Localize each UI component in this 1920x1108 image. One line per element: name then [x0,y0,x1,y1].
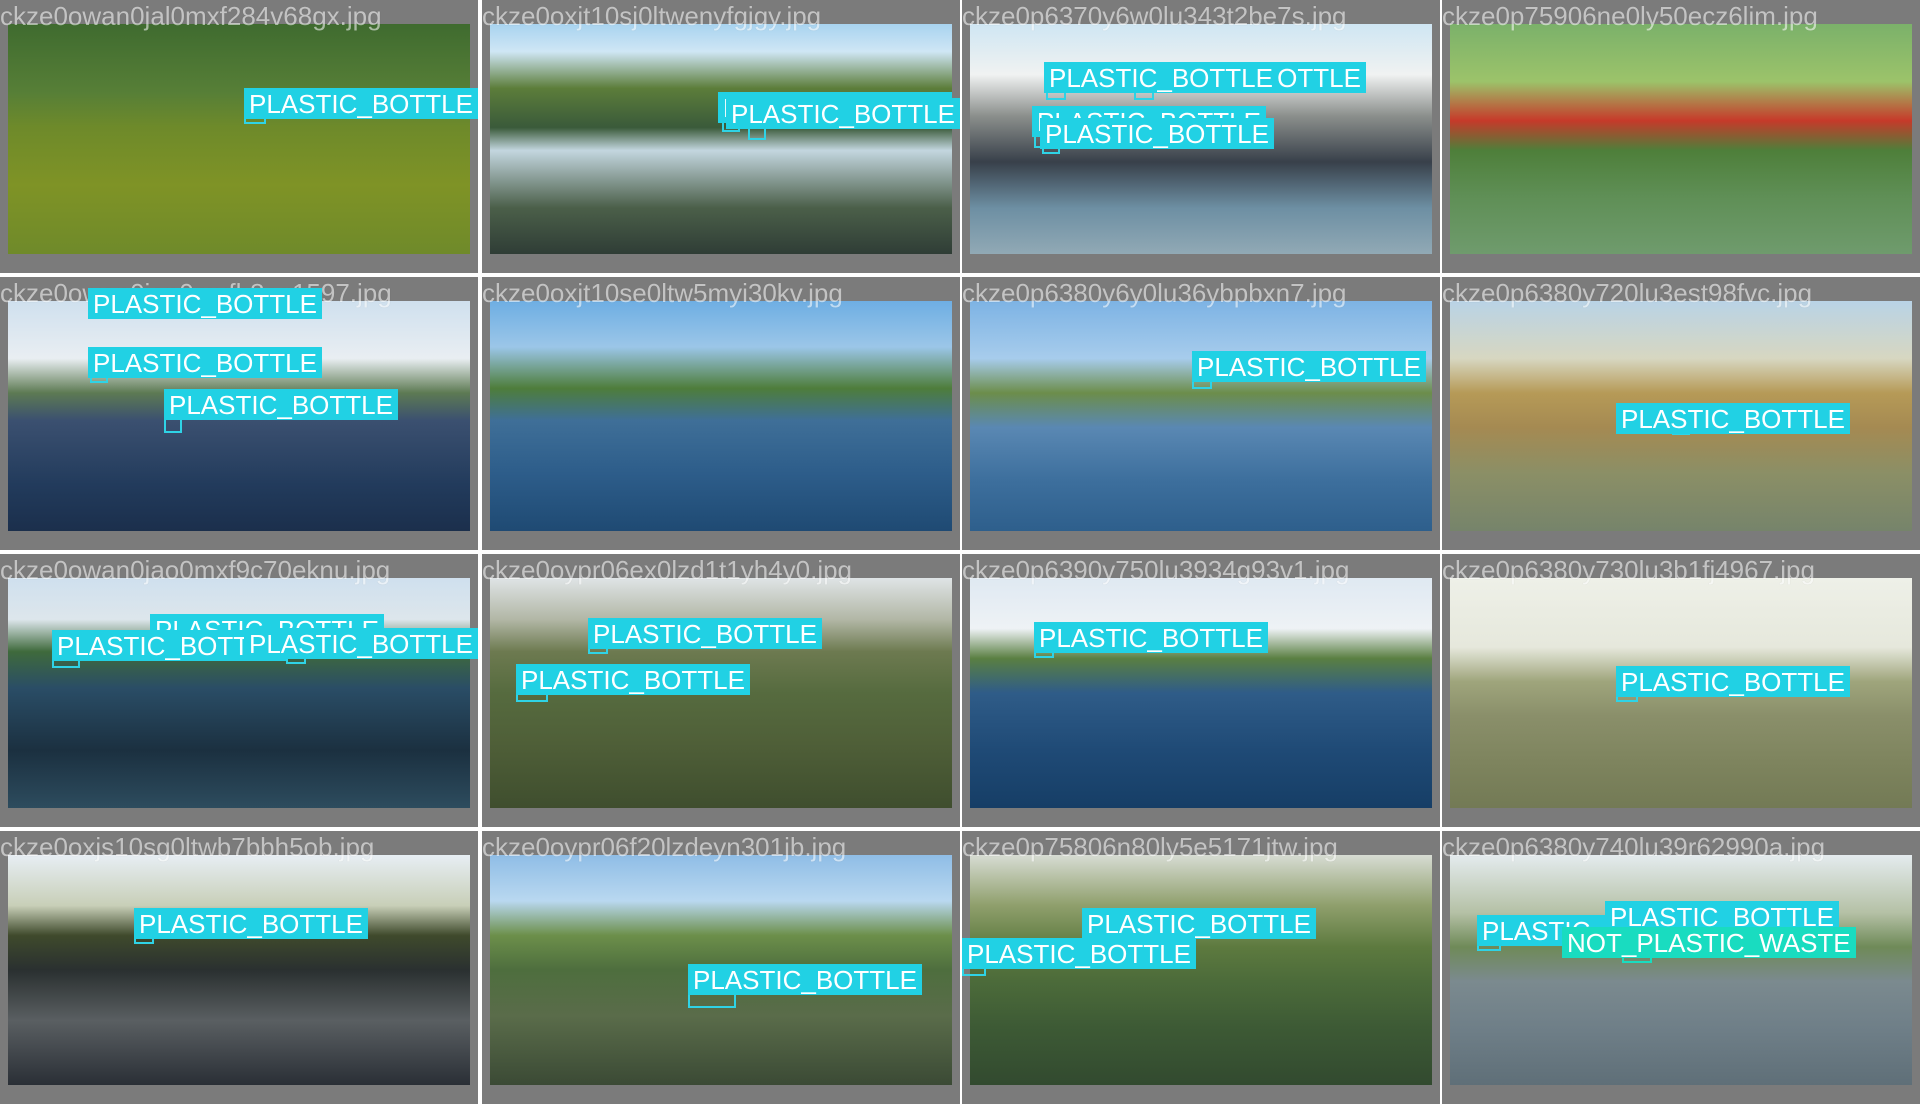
image-filename: ckze0owan0jal0mxf284v68gx.jpg [0,1,382,31]
detection-label: PLASTIC_BOTTLE [164,389,398,420]
image-filename: ckze0oypr06ex0lzd1t1yh4y0.jpg [482,555,853,585]
scene-photo [8,855,470,1085]
image-tile: ckze0p75906ne0ly50ecz6lim.jpg [1442,0,1920,273]
image-filename: ckze0p6380y740lu39r62990a.jpg [1442,832,1826,862]
image-tile: ckze0p6380y720lu3est98fvc.jpg PLASTIC_BOT… [1442,277,1920,550]
scene-photo [1450,855,1912,1085]
scene-photo [490,301,952,531]
detection-label: PLASTIC_BOTTLE [244,88,478,119]
scene-photo [8,578,470,808]
image-tile: ckze0oxjt10se0ltw5myi30kv.jpg [482,277,960,550]
detection-label: PLASTIC_BOTTLE [516,664,750,695]
image-tile: ckze0oxjs10sg0ltwb7bbh5ob.jpg PLASTIC_BOT… [0,831,478,1104]
detection-label: PLASTIC_BOTTLE [1616,666,1850,697]
image-filename: ckze0p6370y6w0lu343t2be7s.jpg [962,1,1347,31]
detection-label: PLASTIC_BOTTLE [1192,351,1426,382]
image-filename: ckze0p6380y730lu3b1fj4967.jpg [1442,555,1815,585]
scene-photo [8,24,470,254]
image-tile: ckze0oypr06ex0lzd1t1yh4y0.jpg PLASTIC_BOT… [482,554,960,827]
scene-photo [970,301,1432,531]
image-tile: ckze0owan0jal0mxf284v68gx.jpg PLASTIC_BOT… [0,0,478,273]
image-tile: ckze0owan0jao0mxf9c70eknu.jpg PLASTIC_BOT… [0,554,478,827]
detection-label: PLASTIC_BOTTLE [962,938,1196,969]
detection-label: PLASTIC_BOTTLE [88,288,322,319]
scene-photo [970,578,1432,808]
scene-photo [970,855,1432,1085]
detection-label: PLASTIC_BOTTLE [1044,62,1278,93]
image-tile: ckze0oypr06f20lzdeyn301jb.jpg PLASTIC_BOT… [482,831,960,1104]
image-tile: ckze0p6370y6w0lu343t2be7s.jpg PLASTIC_BOT… [962,0,1440,273]
image-filename: ckze0oxjt10se0ltw5myi30kv.jpg [482,278,843,308]
detection-label: PLASTIC_BOTTLE [244,628,478,659]
image-filename: ckze0oxjs10sg0ltwb7bbh5ob.jpg [0,832,375,862]
detection-label: PLASTIC_BOTTLE [588,618,822,649]
image-filename: ckze0oxjt10sj0ltwenyfgjgy.jpg [482,1,822,31]
scene-photo [1450,24,1912,254]
detection-label: PLASTIC_BOTTLE [1082,908,1316,939]
image-tile: ckze0p6380y6y0lu36ybpbxn7.jpg PLASTIC_BOT… [962,277,1440,550]
detection-label: PLASTIC_BOTTLE [1616,403,1850,434]
image-filename: ckze0p75906ne0ly50ecz6lim.jpg [1442,1,1818,31]
detection-label: PLASTIC_BOTTLE [726,98,960,129]
detection-label: PLASTIC_BOTTLE [134,908,368,939]
detection-label: PLASTIC_BOTTLE [1040,118,1274,149]
image-filename: ckze0owan0jao0mxf9c70eknu.jpg [0,555,391,585]
image-filename: ckze0oypr06f20lzdeyn301jb.jpg [482,832,847,862]
detection-label: PLASTIC_BOTTLE [688,964,922,995]
image-tile: ckze0p6380y740lu39r62990a.jpg PLASTIC_BOT… [1442,831,1920,1104]
detection-results-grid: ckze0owan0jal0mxf284v68gx.jpg PLASTIC_BOT… [0,0,1920,1108]
image-tile: ckze0p75806n80ly5e5171jtw.jpg PLASTIC_BOT… [962,831,1440,1104]
scene-photo [490,24,952,254]
detection-label: NOT_PLASTIC_WASTE [1562,927,1856,958]
detection-label: PLASTIC_BOTTLE [88,347,322,378]
image-filename: ckze0p6380y720lu3est98fvc.jpg [1442,278,1813,308]
image-tile: ckze0owan0jan0mxfh8cg1597.jpgPLASTIC_BOT… [0,277,478,550]
image-filename: ckze0p75806n80ly5e5171jtw.jpg [962,832,1338,862]
detection-label: PLASTIC_BOTTLE [1034,622,1268,653]
image-filename: ckze0p6380y6y0lu36ybpbxn7.jpg [962,278,1347,308]
image-filename: ckze0p6390y750lu3934g93v1.jpg [962,555,1350,585]
image-tile: ckze0p6380y730lu3b1fj4967.jpg PLASTIC_BOT… [1442,554,1920,827]
image-tile: ckze0oxjt10sj0ltwenyfgjgy.jpg PLASTIC_BOT… [482,0,960,273]
image-tile: ckze0p6390y750lu3934g93v1.jpg PLASTIC_BOT… [962,554,1440,827]
